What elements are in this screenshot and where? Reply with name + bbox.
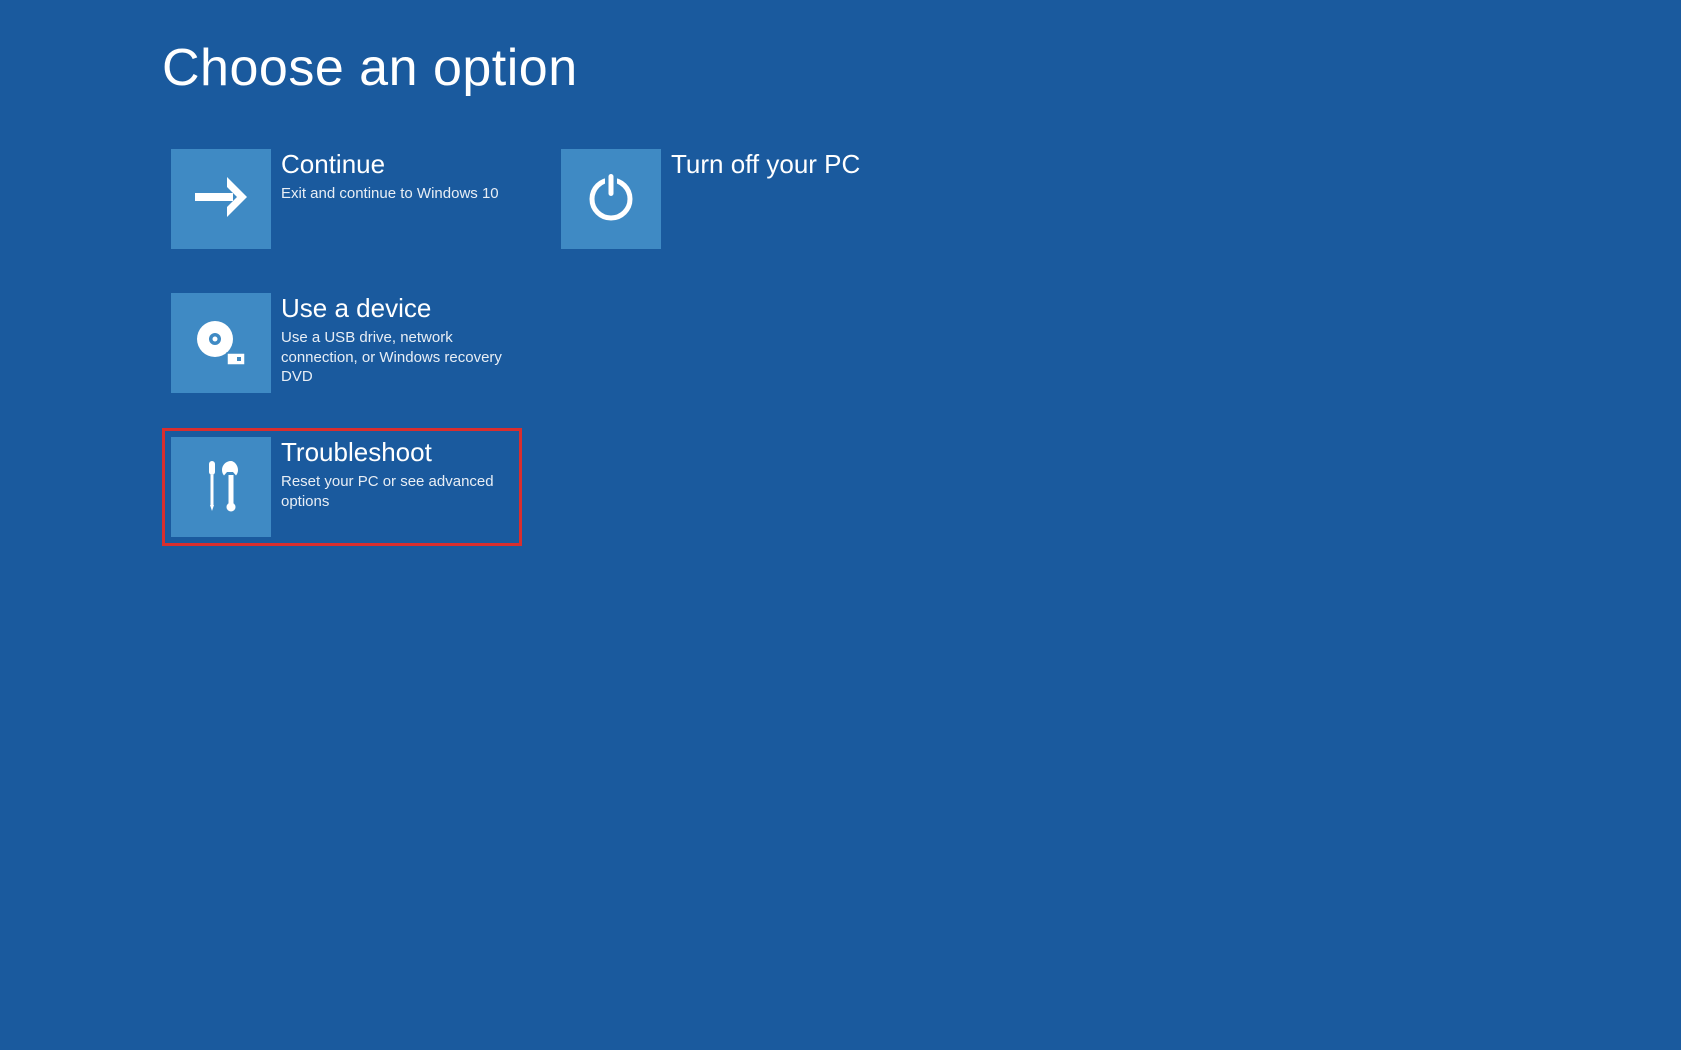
turn-off-text: Turn off your PC — [661, 149, 860, 180]
turn-off-title: Turn off your PC — [671, 149, 860, 180]
options-column-right: Turn off your PC — [552, 140, 912, 546]
tools-icon — [197, 457, 245, 518]
device-icon — [193, 315, 249, 372]
option-continue[interactable]: Continue Exit and continue to Windows 10 — [162, 140, 522, 258]
use-device-tile — [171, 293, 271, 393]
continue-text: Continue Exit and continue to Windows 10 — [271, 149, 499, 204]
troubleshoot-title: Troubleshoot — [281, 437, 513, 468]
troubleshoot-description: Reset your PC or see advanced options — [281, 472, 513, 511]
recovery-options-screen: Choose an option Continue — [0, 0, 1681, 546]
option-use-device[interactable]: Use a device Use a USB drive, network co… — [162, 284, 522, 402]
options-grid: Continue Exit and continue to Windows 10 — [162, 140, 1681, 546]
options-column-left: Continue Exit and continue to Windows 10 — [162, 140, 522, 546]
troubleshoot-text: Troubleshoot Reset your PC or see advanc… — [271, 437, 513, 511]
continue-description: Exit and continue to Windows 10 — [281, 184, 499, 204]
power-icon — [587, 171, 635, 228]
arrow-right-icon — [195, 177, 247, 222]
continue-title: Continue — [281, 149, 499, 180]
continue-tile — [171, 149, 271, 249]
use-device-text: Use a device Use a USB drive, network co… — [271, 293, 513, 387]
use-device-description: Use a USB drive, network connection, or … — [281, 328, 513, 387]
page-title: Choose an option — [162, 38, 1681, 98]
use-device-title: Use a device — [281, 293, 513, 324]
option-troubleshoot[interactable]: Troubleshoot Reset your PC or see advanc… — [162, 428, 522, 546]
option-turn-off[interactable]: Turn off your PC — [552, 140, 912, 258]
troubleshoot-tile — [171, 437, 271, 537]
turn-off-tile — [561, 149, 661, 249]
